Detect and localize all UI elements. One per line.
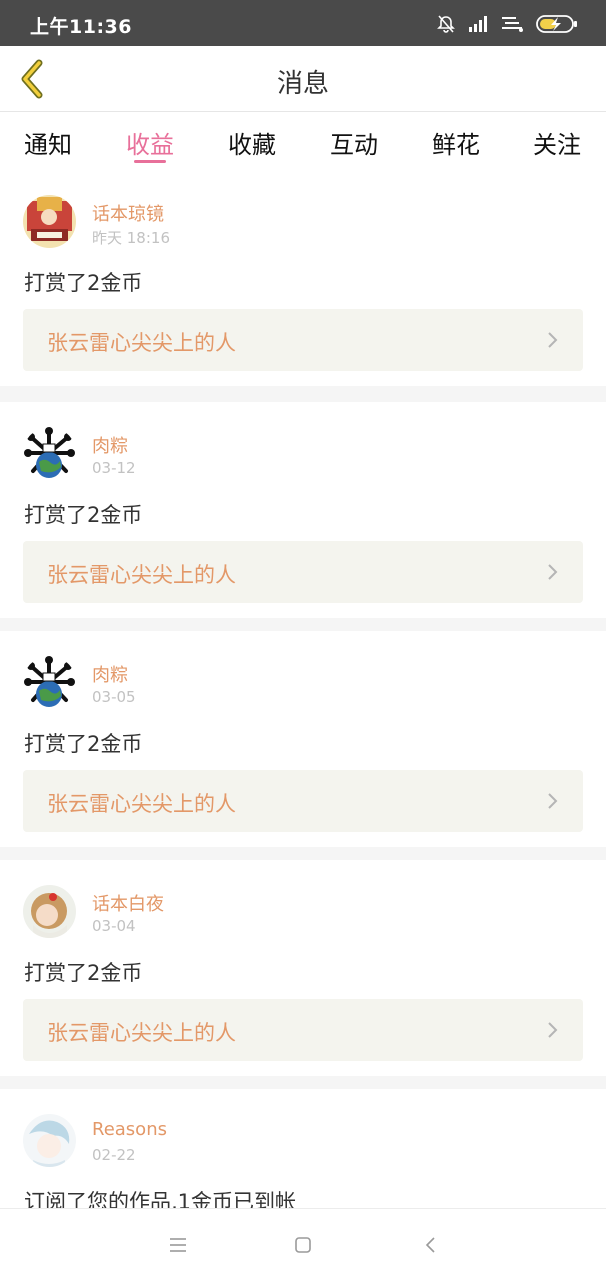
username[interactable]: 话本琼镜 (92, 200, 164, 226)
tab-notifications[interactable]: 通知 (24, 125, 72, 160)
status-time: 上午11:36 (30, 16, 132, 38)
message-card: 肉粽 03-05 打赏了2金币 张云雷心尖尖上的人 (0, 631, 606, 847)
message-card: Reasons 02-22 订阅了您的作品,1金币已到帐 (0, 1089, 606, 1208)
message-list[interactable]: 话本琼镜 昨天 18:16 打赏了2金币 张云雷心尖尖上的人 肉粽 03-12 … (0, 170, 606, 1208)
tab-favorites[interactable]: 收藏 (228, 125, 276, 160)
system-back-button[interactable] (419, 1233, 443, 1257)
home-button[interactable] (291, 1233, 315, 1257)
message-text: 打赏了2金币 (24, 271, 143, 295)
active-tab-indicator (134, 160, 166, 163)
back-triangle-icon (425, 1237, 435, 1253)
username[interactable]: 话本白夜 (92, 890, 164, 916)
timestamp: 03-05 (92, 688, 136, 706)
battery-charging-icon (536, 15, 577, 33)
wifi-icon (502, 17, 523, 32)
tab-flowers[interactable]: 鲜花 (432, 125, 480, 160)
message-text: 打赏了2金币 (24, 961, 143, 985)
message-text: 打赏了2金币 (24, 503, 143, 527)
avatar[interactable] (23, 195, 76, 248)
avatar[interactable] (23, 656, 76, 709)
chevron-right-icon (548, 793, 558, 809)
timestamp: 03-12 (92, 459, 136, 477)
home-square-icon (295, 1237, 311, 1253)
message-card: 话本琼镜 昨天 18:16 打赏了2金币 张云雷心尖尖上的人 (0, 170, 606, 386)
bell-off-icon (437, 15, 455, 33)
tab-bar: 通知 收益 收藏 互动 鲜花 关注 (0, 113, 606, 170)
chevron-right-icon (548, 564, 558, 580)
status-icons (436, 14, 578, 34)
nav-bar: 消息 (0, 46, 606, 112)
signal-icon (469, 16, 487, 32)
message-card: 肉粽 03-12 打赏了2金币 张云雷心尖尖上的人 (0, 402, 606, 618)
work-title: 张云雷心尖尖上的人 (47, 331, 236, 355)
chevron-right-icon (548, 332, 558, 348)
username[interactable]: Reasons (92, 1119, 167, 1140)
avatar[interactable] (23, 427, 76, 480)
page-title: 消息 (276, 69, 329, 99)
work-link[interactable]: 张云雷心尖尖上的人 (23, 770, 583, 832)
system-nav-bar (0, 1208, 606, 1280)
avatar[interactable] (23, 885, 76, 938)
work-title: 张云雷心尖尖上的人 (47, 792, 236, 816)
tab-following[interactable]: 关注 (533, 125, 581, 160)
timestamp: 昨天 18:16 (92, 229, 170, 247)
message-text: 订阅了您的作品,1金币已到帐 (24, 1190, 297, 1208)
avatar[interactable] (23, 1114, 76, 1167)
username[interactable]: 肉粽 (92, 661, 128, 687)
work-title: 张云雷心尖尖上的人 (47, 1021, 236, 1045)
menu-button[interactable] (166, 1233, 190, 1257)
work-link[interactable]: 张云雷心尖尖上的人 (23, 999, 583, 1061)
message-text: 打赏了2金币 (24, 732, 143, 756)
message-card: 话本白夜 03-04 打赏了2金币 张云雷心尖尖上的人 (0, 860, 606, 1076)
work-link[interactable]: 张云雷心尖尖上的人 (23, 541, 583, 603)
work-title: 张云雷心尖尖上的人 (47, 563, 236, 587)
tab-earnings[interactable]: 收益 (126, 125, 174, 160)
menu-icon (170, 1238, 186, 1252)
status-bar: 上午11:36 (0, 0, 606, 46)
work-link[interactable]: 张云雷心尖尖上的人 (23, 309, 583, 371)
timestamp: 02-22 (92, 1146, 136, 1164)
username[interactable]: 肉粽 (92, 432, 128, 458)
timestamp: 03-04 (92, 917, 136, 935)
chevron-right-icon (548, 1022, 558, 1038)
tab-interactions[interactable]: 互动 (330, 125, 378, 160)
